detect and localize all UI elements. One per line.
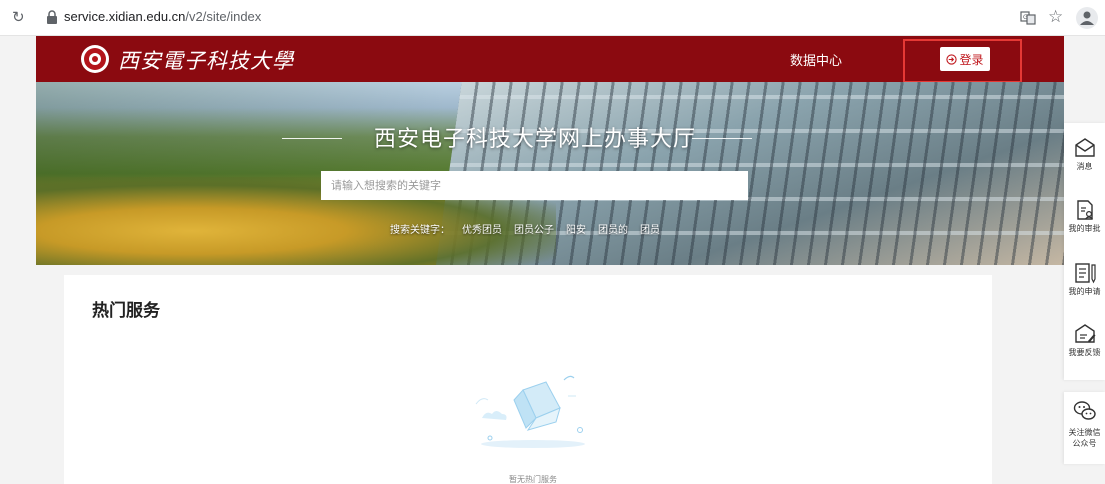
login-arrow-icon	[946, 53, 958, 65]
svg-text:G: G	[1023, 14, 1028, 21]
hot-keywords: 搜索关键字： 优秀团员 团员公子 阳安 团员的 团员	[390, 221, 660, 236]
translate-icon[interactable]: G	[1020, 10, 1036, 26]
rail-label-wechat-line2: 公众号	[1072, 439, 1097, 448]
rail-item-wechat-follow[interactable]: 关注微信 公众号	[1064, 392, 1105, 464]
search-input[interactable]	[321, 171, 748, 200]
hot-keyword-link[interactable]: 团员	[640, 221, 660, 236]
rail-label: 我的申请	[1068, 287, 1101, 296]
rail-item-message[interactable]: 消息	[1064, 137, 1105, 172]
empty-state-text: 暂无热门服务	[509, 475, 557, 484]
rail-item-my-approvals[interactable]: 我的审批	[1064, 199, 1105, 234]
right-floating-rail: 消息 我的审批 我的申请 我要反馈	[1064, 123, 1105, 380]
login-label: 登录	[959, 52, 984, 67]
hero-title: 西安电子科技大学网上办事大厅	[374, 127, 697, 152]
hot-keywords-label: 搜索关键字：	[390, 225, 450, 236]
bookmark-star-icon[interactable]: ☆	[1048, 7, 1063, 27]
address-bar[interactable]: service.xidian.edu.cn/v2/site/index	[64, 9, 261, 24]
empty-box-illustration-icon	[475, 375, 585, 448]
rail-label-wechat-line1: 关注微信	[1068, 428, 1101, 437]
url-domain: service.xidian.edu.cn	[64, 9, 186, 24]
hot-keyword-link[interactable]: 团员公子	[514, 221, 554, 236]
university-logo-text[interactable]: 西安電子科技大學	[118, 45, 294, 75]
reload-icon[interactable]: ↻	[12, 9, 28, 25]
hot-keyword-link[interactable]: 优秀团员	[462, 221, 502, 236]
hot-keyword-link[interactable]: 阳安	[566, 221, 586, 236]
rail-item-feedback[interactable]: 我要反馈	[1064, 323, 1105, 358]
rail-label: 我的审批	[1068, 224, 1101, 233]
login-button[interactable]: 登录	[940, 47, 990, 71]
browser-toolbar: ↻ service.xidian.edu.cn/v2/site/index G …	[0, 0, 1105, 36]
feedback-icon	[1074, 324, 1095, 343]
wechat-icon	[1073, 401, 1096, 420]
nav-data-center[interactable]: 数据中心	[790, 50, 842, 69]
approval-icon	[1076, 200, 1093, 220]
rail-label: 消息	[1076, 162, 1093, 171]
message-icon	[1074, 138, 1095, 157]
application-icon	[1074, 263, 1096, 284]
profile-avatar-icon[interactable]	[1076, 7, 1098, 29]
rail-label: 我要反馈	[1068, 348, 1101, 357]
lock-icon[interactable]	[46, 10, 58, 24]
section-title-hot-services: 热门服务	[92, 301, 160, 321]
url-path: /v2/site/index	[185, 9, 262, 24]
hero-title-divider-right	[692, 138, 752, 139]
rail-item-my-applications[interactable]: 我的申请	[1064, 262, 1105, 297]
hot-keyword-link[interactable]: 团员的	[598, 221, 628, 236]
site-header: 西安電子科技大學 数据中心 登录	[36, 36, 1064, 83]
university-emblem-icon[interactable]	[80, 44, 110, 74]
hero-title-divider-left	[282, 138, 342, 139]
